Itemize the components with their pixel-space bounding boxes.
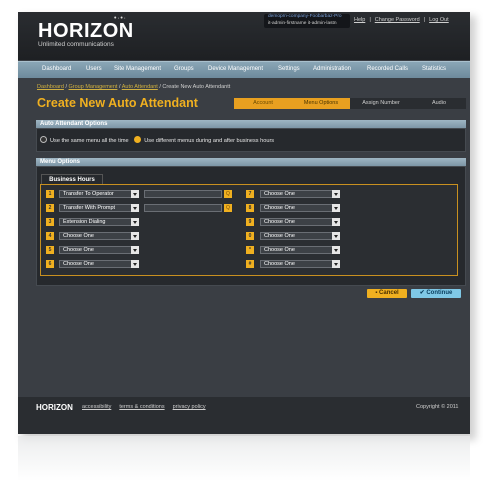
key-1-target-input[interactable] — [144, 190, 222, 198]
key-badge: 7 — [246, 190, 254, 198]
accessibility-link[interactable]: accessibility — [82, 404, 111, 410]
tagline: Unlimited communications — [38, 41, 114, 48]
top-links: Help | Change Password | Log Out — [354, 17, 449, 23]
breadcrumb-group-management[interactable]: Group Management — [69, 84, 118, 90]
chevron-down-icon[interactable] — [131, 204, 139, 212]
chevron-down-icon[interactable] — [332, 190, 340, 198]
chevron-down-icon[interactable] — [131, 246, 139, 254]
key-2-target-input[interactable] — [144, 204, 222, 212]
chevron-down-icon[interactable] — [131, 232, 139, 240]
chevron-down-icon[interactable] — [131, 190, 139, 198]
key-badge: 8 — [246, 204, 254, 212]
cancel-button[interactable]: ▪ Cancel — [367, 289, 407, 298]
key-4-action-select[interactable]: Choose One — [59, 232, 139, 240]
step-account: Account — [234, 98, 292, 109]
cancel-button-label: Cancel — [379, 290, 399, 296]
auto-attendant-options-header: Auto Attendant Options — [36, 120, 466, 128]
key-badge: # — [246, 260, 254, 268]
account-company: demoprn-company-Foobarbaz-Pro — [268, 14, 342, 19]
different-menus-label: Use different menus during and after bus… — [144, 138, 275, 144]
chevron-down-icon[interactable] — [332, 246, 340, 254]
reflection — [18, 436, 470, 481]
logo-dots-icon: •∙•∙ — [114, 15, 127, 22]
chevron-down-icon[interactable] — [131, 218, 139, 226]
wizard-steps: Account Menu Options Assign Number Audio — [234, 98, 466, 109]
key-star-action-select[interactable]: Choose One — [260, 246, 340, 254]
breadcrumb: Dashboard / Group Management / Auto Atte… — [37, 84, 231, 90]
nav-users[interactable]: Users — [86, 66, 102, 72]
key-badge: 1 — [46, 190, 54, 198]
nav-site-management[interactable]: Site Management — [114, 66, 161, 72]
key-7-action-select[interactable]: Choose One — [260, 190, 340, 198]
key-9-action-select[interactable]: Choose One — [260, 218, 340, 226]
same-menu-label: Use the same menu all the time — [50, 138, 129, 144]
nav-dashboard[interactable]: Dashboard — [42, 66, 71, 72]
help-link[interactable]: Help — [354, 17, 365, 23]
step-audio: Audio — [412, 98, 466, 109]
privacy-policy-link[interactable]: privacy policy — [173, 404, 206, 410]
nav-device-management[interactable]: Device Management — [208, 66, 263, 72]
breadcrumb-dashboard[interactable]: Dashboard — [37, 84, 64, 90]
different-menus-radio[interactable] — [134, 136, 142, 143]
account-user: it-admin-firstname it-admin-lastn — [268, 21, 337, 26]
key-8-action-select[interactable]: Choose One — [260, 204, 340, 212]
nav-administration[interactable]: Administration — [313, 66, 351, 72]
nav-statistics[interactable]: Statistics — [422, 66, 446, 72]
menu-options-header: Menu Options — [36, 158, 466, 166]
log-out-link[interactable]: Log Out — [429, 17, 449, 23]
key-badge: 6 — [46, 260, 54, 268]
chevron-down-icon[interactable] — [131, 260, 139, 268]
schedule-options: Use the same menu all the time Use diffe… — [40, 136, 274, 144]
browse-icon[interactable]: Q — [224, 190, 232, 198]
key-badge: 5 — [46, 246, 54, 254]
key-0-action-select[interactable]: Choose One — [260, 232, 340, 240]
same-menu-radio[interactable] — [40, 136, 47, 143]
change-password-link[interactable]: Change Password — [375, 17, 420, 23]
key-badge: 0 — [246, 232, 254, 240]
step-assign-number: Assign Number — [350, 98, 412, 109]
footer-logo[interactable]: HORIZON — [36, 403, 73, 412]
chevron-down-icon[interactable] — [332, 204, 340, 212]
nav-groups[interactable]: Groups — [174, 66, 194, 72]
key-3-action-select[interactable]: Extension Dialing — [59, 218, 139, 226]
key-badge: 4 — [46, 232, 54, 240]
step-menu-options: Menu Options — [292, 98, 350, 109]
terms-link[interactable]: terms & conditions — [119, 404, 164, 410]
key-1-action-select[interactable]: Transfer To Operator — [59, 190, 139, 198]
key-badge: 2 — [46, 204, 54, 212]
footer-links: accessibility terms & conditions privacy p… — [82, 404, 214, 410]
copyright: Copyright © 2011 — [416, 404, 459, 410]
key-badge: 9 — [246, 218, 254, 226]
chevron-down-icon[interactable] — [332, 218, 340, 226]
continue-button-label: Continue — [426, 290, 453, 296]
chevron-down-icon[interactable] — [332, 232, 340, 240]
key-hash-action-select[interactable]: Choose One — [260, 260, 340, 268]
key-badge: * — [246, 246, 254, 254]
chevron-down-icon[interactable] — [332, 260, 340, 268]
key-2-action-select[interactable]: Transfer With Prompt — [59, 204, 139, 212]
key-badge: 3 — [46, 218, 54, 226]
browse-icon[interactable]: Q — [224, 204, 232, 212]
page-title: Create New Auto Attendant — [37, 96, 198, 110]
nav-recorded-calls[interactable]: Recorded Calls — [367, 66, 408, 72]
horizon-logo[interactable]: HORIZON — [38, 20, 134, 43]
key-6-action-select[interactable]: Choose One — [59, 260, 139, 268]
key-5-action-select[interactable]: Choose One — [59, 246, 139, 254]
breadcrumb-auto-attendant[interactable]: Auto Attendant — [122, 84, 158, 90]
continue-button[interactable]: ✔ Continue — [411, 289, 461, 298]
breadcrumb-current: Create New Auto Attendantt — [162, 84, 231, 90]
footer — [18, 397, 470, 434]
nav-settings[interactable]: Settings — [278, 66, 300, 72]
